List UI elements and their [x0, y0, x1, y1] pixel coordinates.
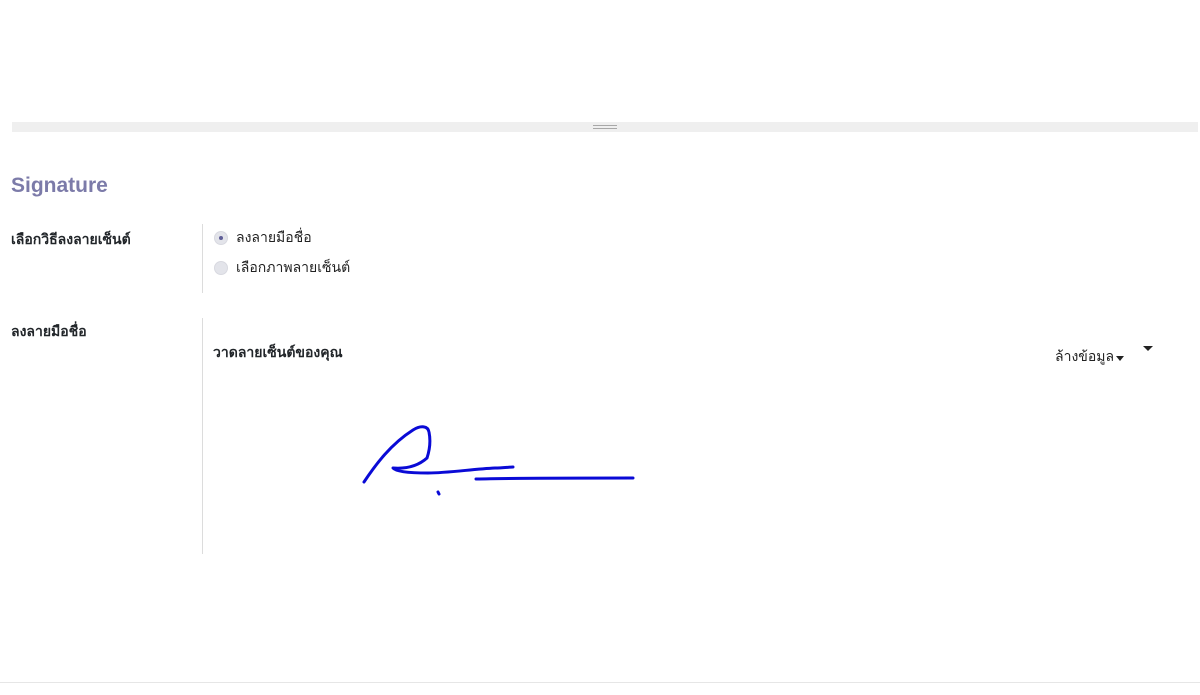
- radio-option-draw[interactable]: ลงลายมือชื่อ: [214, 229, 312, 247]
- drag-handle-icon[interactable]: [593, 125, 617, 129]
- caret-down-icon[interactable]: [1116, 355, 1125, 361]
- signature-method-label: เลือกวิธีลงลายเซ็นต์: [11, 232, 131, 248]
- draw-signature-label: ลงลายมือชื่อ: [11, 324, 87, 340]
- signature-canvas-title: วาดลายเซ็นต์ของคุณ: [213, 345, 343, 361]
- signature-stroke-loop: [362, 425, 515, 484]
- document-preview-area: [0, 0, 1200, 120]
- options-dropdown-icon[interactable]: [1143, 346, 1153, 351]
- signature-stroke-underline: [474, 476, 635, 481]
- panel-resize-bar[interactable]: [12, 122, 1198, 132]
- radio-checked-icon[interactable]: [214, 231, 228, 245]
- field-divider: [202, 224, 203, 293]
- radio-unchecked-icon[interactable]: [214, 261, 228, 275]
- signature-canvas[interactable]: [213, 372, 773, 542]
- radio-option-image[interactable]: เลือกภาพลายเซ็นต์: [214, 259, 350, 277]
- clear-signature-label[interactable]: ล้างข้อมูล: [1055, 346, 1114, 368]
- clear-signature-button[interactable]: ล้างข้อมูล: [1055, 346, 1125, 368]
- signature-stroke: [362, 425, 635, 496]
- section-title: Signature: [11, 174, 108, 197]
- radio-option-label[interactable]: เลือกภาพลายเซ็นต์: [236, 257, 350, 279]
- radio-option-label[interactable]: ลงลายมือชื่อ: [236, 227, 312, 249]
- signature-form-page: Signature เลือกวิธีลงลายเซ็นต์ ลงลายมือช…: [0, 0, 1200, 695]
- footer-divider: [0, 682, 1200, 683]
- signature-stroke-dot: [436, 490, 441, 496]
- field-divider: [202, 318, 203, 554]
